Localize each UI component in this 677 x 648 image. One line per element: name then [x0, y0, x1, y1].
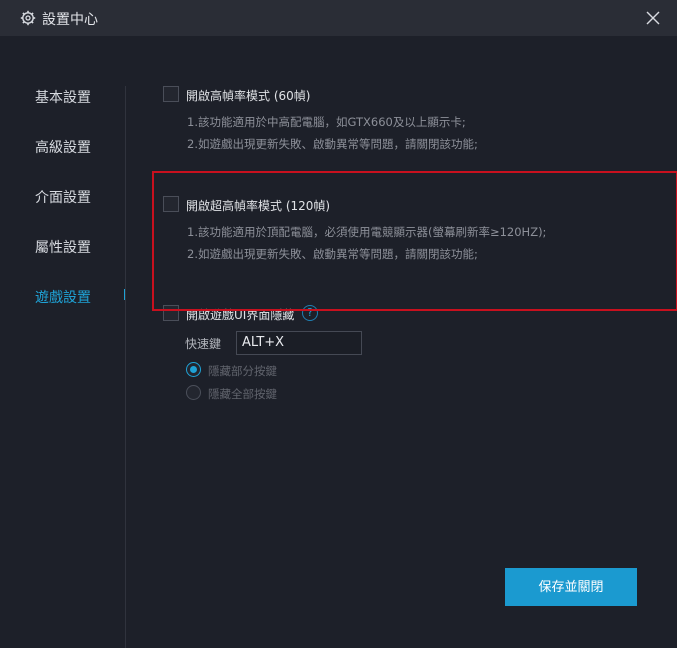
help-icon[interactable]: ? — [302, 305, 318, 321]
sidebar-item-advanced[interactable]: 高級設置 — [35, 137, 91, 157]
hotkey-input[interactable]: ALT+X — [236, 331, 362, 355]
ultra-fps-label: 開啟超高幀率模式 (120幀) — [186, 199, 331, 213]
sidebar-item-basic[interactable]: 基本設置 — [35, 87, 91, 107]
hide-ui-label: 開啟遊戲UI界面隱藏 — [186, 308, 295, 322]
hide-partial-radio[interactable] — [186, 362, 201, 377]
gear-icon — [20, 10, 36, 26]
ultra-fps-note-2: 2.如遊戲出現更新失敗、啟動異常等問題，請關閉該功能; — [187, 247, 478, 261]
sidebar-item-interface[interactable]: 介面設置 — [35, 187, 91, 207]
window-title: 設置中心 — [42, 12, 98, 28]
ultra-fps-note-1: 1.該功能適用於頂配電腦，必須使用電競顯示器(螢幕刷新率≥120HZ); — [187, 225, 547, 239]
high-fps-note-2: 2.如遊戲出現更新失敗、啟動異常等問題，請關閉該功能; — [187, 137, 478, 151]
high-fps-note-1: 1.該功能適用於中高配電腦，如GTX660及以上顯示卡; — [187, 115, 466, 129]
hide-all-label: 隱藏全部按鍵 — [208, 387, 277, 401]
hide-partial-label: 隱藏部分按鍵 — [208, 364, 277, 378]
title-bar: 設置中心 — [0, 0, 677, 36]
sidebar-item-game[interactable]: 遊戲設置 — [35, 287, 91, 307]
sidebar-item-attributes[interactable]: 屬性設置 — [35, 237, 91, 257]
hide-ui-checkbox[interactable] — [163, 305, 179, 321]
close-icon[interactable] — [642, 7, 664, 29]
ultra-fps-checkbox[interactable] — [163, 196, 179, 212]
high-fps-checkbox[interactable] — [163, 86, 179, 102]
save-and-close-button[interactable]: 保存並關閉 — [505, 568, 637, 606]
high-fps-label: 開啟高幀率模式 (60幀) — [186, 89, 311, 103]
highlight-box — [152, 171, 677, 311]
hide-all-radio[interactable] — [186, 385, 201, 400]
sidebar-divider — [125, 86, 126, 648]
hotkey-label: 快速鍵 — [185, 337, 222, 351]
